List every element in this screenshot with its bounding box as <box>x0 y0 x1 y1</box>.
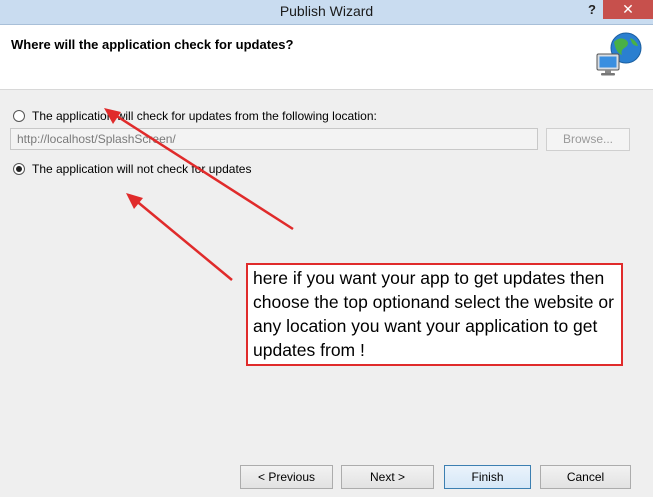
arrow-head-bottom <box>126 193 143 209</box>
browse-button[interactable]: Browse... <box>546 128 630 151</box>
next-button[interactable]: Next > <box>341 465 434 489</box>
no-check-radio[interactable] <box>13 163 25 175</box>
window-title: Publish Wizard <box>279 3 374 19</box>
update-location-input[interactable] <box>10 128 538 150</box>
annotation-note: here if you want your app to get updates… <box>246 263 623 366</box>
title-bar: Publish Wizard ? ✕ <box>0 0 653 25</box>
finish-button[interactable]: Finish <box>444 465 531 489</box>
no-check-label[interactable]: The application will not check for updat… <box>32 162 251 176</box>
close-button[interactable]: ✕ <box>603 0 653 19</box>
globe-computer-icon <box>596 32 642 76</box>
cancel-button[interactable]: Cancel <box>540 465 631 489</box>
arrow-to-bottom-option <box>133 198 233 281</box>
check-location-label[interactable]: The application will check for updates f… <box>32 109 377 123</box>
wizard-header: Where will the application check for upd… <box>0 25 653 90</box>
help-button[interactable]: ? <box>582 2 602 20</box>
page-title: Where will the application check for upd… <box>11 37 294 52</box>
previous-button[interactable]: < Previous <box>240 465 333 489</box>
check-location-radio[interactable] <box>13 110 25 122</box>
